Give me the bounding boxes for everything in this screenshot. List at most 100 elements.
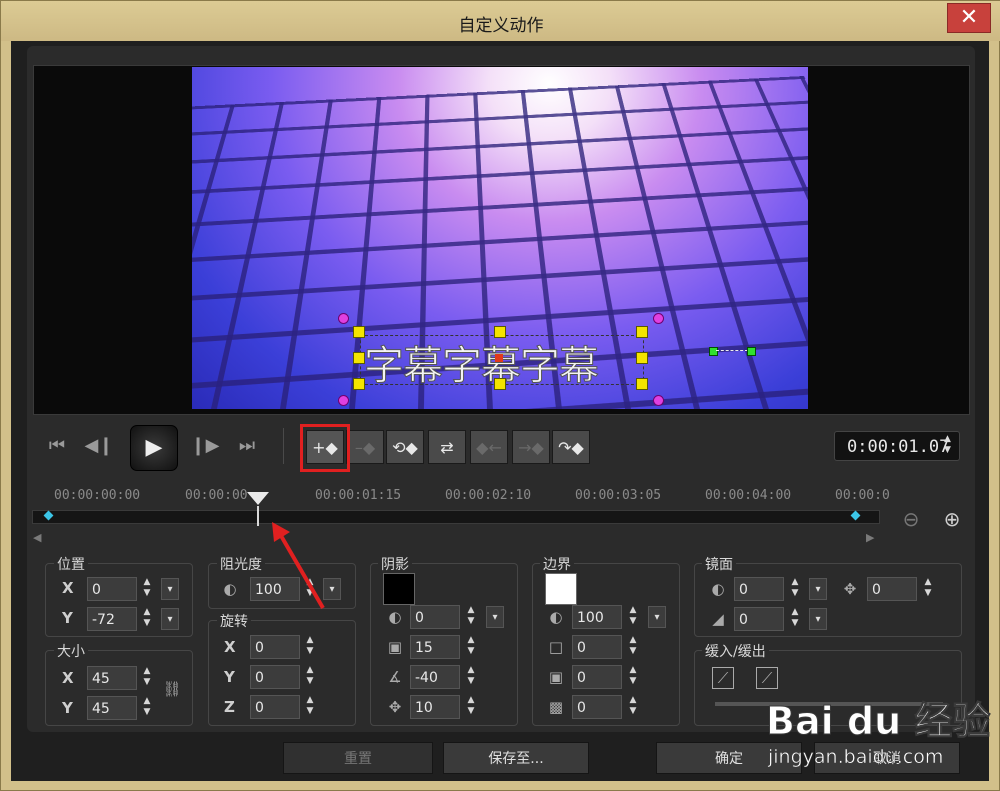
- playhead-handle[interactable]: [247, 492, 269, 505]
- ease-in-icon[interactable]: ⟋: [712, 667, 734, 689]
- mirror-fade-input[interactable]: 0: [734, 607, 784, 631]
- center-point[interactable]: [495, 354, 503, 362]
- timeline-ruler[interactable]: 00:00:00:00 00:00:00 00:00:01:15 00:00:0…: [32, 488, 878, 510]
- size-label: 大小: [54, 641, 88, 661]
- resize-handle[interactable]: [353, 352, 365, 364]
- spinner[interactable]: ▲▼: [303, 695, 317, 719]
- rotate-handle[interactable]: [653, 313, 664, 324]
- keyframe-dropdown[interactable]: ▾: [648, 606, 666, 628]
- zoom-in-icon[interactable]: ⊕: [941, 508, 963, 530]
- keyframe-dropdown[interactable]: ▾: [161, 608, 179, 630]
- resize-handle[interactable]: [636, 326, 648, 338]
- resize-handle[interactable]: [494, 378, 506, 390]
- keyframe-dropdown[interactable]: ▾: [809, 608, 827, 630]
- keyframe-dropdown[interactable]: ▾: [486, 606, 504, 628]
- zoom-out-icon[interactable]: ⊖: [900, 508, 922, 530]
- y-label: Y: [62, 609, 73, 627]
- mirror-offset-input[interactable]: 0: [867, 577, 917, 601]
- spinner[interactable]: ▲▼: [140, 577, 154, 601]
- watermark-brand: Bai du 经验: [766, 690, 990, 745]
- skip-to-start-icon[interactable]: ⏮: [38, 430, 76, 462]
- play-icon[interactable]: ▶: [130, 425, 178, 471]
- rotation-z-input[interactable]: 0: [250, 695, 300, 719]
- border-label: 边界: [540, 554, 574, 574]
- border-fill-input[interactable]: 0: [572, 665, 622, 689]
- resize-handle[interactable]: [636, 378, 648, 390]
- reset-button[interactable]: 重置: [283, 742, 433, 774]
- rotation-y-input[interactable]: 0: [250, 665, 300, 689]
- playhead-line[interactable]: [257, 506, 259, 526]
- shadow-blur-input[interactable]: 15: [410, 635, 460, 659]
- shadow-angle-icon: ∡: [385, 667, 405, 687]
- tick-label: 00:00:00:00: [54, 488, 140, 503]
- timecode-display[interactable]: 0:00:01.07: [834, 431, 960, 461]
- toolbar-divider: [283, 428, 284, 464]
- shadow-opacity-icon: ◐: [385, 607, 405, 627]
- save-to-button[interactable]: 保存至...: [443, 742, 589, 774]
- swap-keyframes-icon[interactable]: ⇄: [428, 430, 466, 464]
- border-soft-input[interactable]: 0: [572, 695, 622, 719]
- spinner[interactable]: ▲▼: [464, 635, 478, 659]
- spinner[interactable]: ▲▼: [626, 635, 640, 659]
- shadow-distance-icon: ✥: [385, 697, 405, 717]
- shadow-opacity-input[interactable]: 0: [410, 605, 460, 629]
- spinner[interactable]: ▲▼: [626, 605, 640, 629]
- step-back-icon[interactable]: ◀❙: [80, 430, 118, 462]
- keyframe-dropdown[interactable]: ▾: [161, 578, 179, 600]
- position-x-input[interactable]: 0: [87, 577, 137, 601]
- spinner[interactable]: ▲▼: [788, 577, 802, 601]
- shadow-handle[interactable]: [747, 347, 756, 356]
- spinner[interactable]: ▲▼: [626, 665, 640, 689]
- step-forward-icon[interactable]: ❙▶: [186, 430, 224, 462]
- spinner[interactable]: ▲▼: [788, 607, 802, 631]
- shadow-guide: [716, 350, 748, 353]
- spinner[interactable]: ▲▼: [140, 666, 154, 690]
- keyframe-dropdown[interactable]: ▾: [809, 578, 827, 600]
- spinner[interactable]: ▲▼: [921, 577, 935, 601]
- resize-handle[interactable]: [636, 352, 648, 364]
- resize-handle[interactable]: [494, 326, 506, 338]
- spinner[interactable]: ▲▼: [140, 696, 154, 720]
- move-left-icon[interactable]: ◆←: [470, 430, 508, 464]
- position-y-input[interactable]: -72: [87, 607, 137, 631]
- shadow-angle-input[interactable]: -40: [410, 665, 460, 689]
- size-x-input[interactable]: 45: [87, 666, 137, 690]
- resize-handle[interactable]: [353, 378, 365, 390]
- border-width-input[interactable]: 0: [572, 635, 622, 659]
- tick-label: 00:00:02:10: [445, 488, 531, 503]
- mirror-opacity-input[interactable]: 0: [734, 577, 784, 601]
- rotation-x-input[interactable]: 0: [250, 635, 300, 659]
- rotate-handle[interactable]: [653, 395, 664, 406]
- border-color-swatch[interactable]: [545, 573, 577, 605]
- rotate-handle[interactable]: [338, 313, 349, 324]
- scroll-left-icon[interactable]: ◀: [33, 531, 41, 544]
- mirror-opacity-icon: ◐: [708, 579, 728, 599]
- scroll-right-icon[interactable]: ▶: [866, 531, 874, 544]
- spinner[interactable]: ▲▼: [303, 635, 317, 659]
- watermark-url: jingyan.baidu.com: [768, 746, 943, 768]
- spinner[interactable]: ▲▼: [464, 695, 478, 719]
- remove-keyframe-icon[interactable]: –◆: [346, 430, 384, 464]
- skip-to-end-icon[interactable]: ⏭: [228, 430, 266, 462]
- opacity-icon: ◐: [220, 579, 240, 599]
- spinner[interactable]: ▲▼: [140, 607, 154, 631]
- spinner[interactable]: ▲▼: [626, 695, 640, 719]
- copy-keyframe-icon[interactable]: ↷◆: [552, 430, 590, 464]
- annotation-arrow: [268, 520, 328, 610]
- spinner[interactable]: ▲▼: [464, 605, 478, 629]
- keyframe-track[interactable]: [32, 510, 880, 524]
- rotate-handle[interactable]: [338, 395, 349, 406]
- resize-handle[interactable]: [353, 326, 365, 338]
- size-y-input[interactable]: 45: [87, 696, 137, 720]
- border-opacity-input[interactable]: 100: [572, 605, 622, 629]
- reverse-keyframes-icon[interactable]: ⟲◆: [386, 430, 424, 464]
- link-aspect-icon[interactable]: ⛓: [162, 679, 182, 699]
- timecode-spinner[interactable]: ▲ ▼: [944, 434, 951, 456]
- close-button[interactable]: ✕: [947, 3, 991, 33]
- move-right-icon[interactable]: →◆: [512, 430, 550, 464]
- shadow-color-swatch[interactable]: [383, 573, 415, 605]
- tick-label: 00:00:03:05: [575, 488, 661, 503]
- spinner[interactable]: ▲▼: [303, 665, 317, 689]
- shadow-distance-input[interactable]: 10: [410, 695, 460, 719]
- spinner[interactable]: ▲▼: [464, 665, 478, 689]
